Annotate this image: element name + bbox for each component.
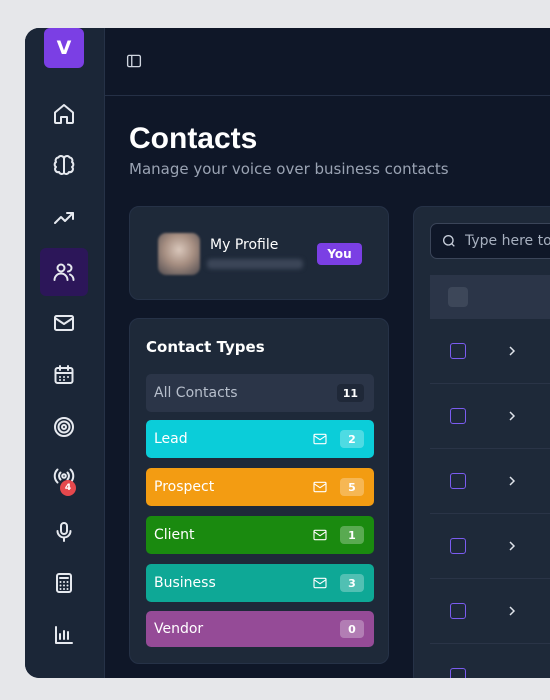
row-checkbox[interactable] bbox=[450, 343, 466, 359]
chevron-right-icon[interactable] bbox=[504, 538, 520, 554]
page-title: Contacts bbox=[129, 122, 258, 155]
sidebar-item-broadcast[interactable]: 4 bbox=[40, 452, 88, 500]
trending-up-icon bbox=[54, 212, 74, 224]
app-logo[interactable]: V bbox=[44, 28, 84, 68]
contacts-list-card bbox=[413, 206, 550, 678]
contact-type-label: Business bbox=[154, 575, 216, 591]
contact-type-lead[interactable]: Lead 2 bbox=[146, 420, 374, 458]
sidebar-item-calculator[interactable] bbox=[40, 559, 88, 607]
sidebar-item-calendar[interactable] bbox=[40, 351, 88, 399]
contact-type-label: Vendor bbox=[154, 621, 204, 637]
table-row[interactable] bbox=[430, 384, 550, 449]
calendar-icon bbox=[54, 365, 74, 384]
row-checkbox[interactable] bbox=[450, 473, 466, 489]
contact-type-label: Client bbox=[154, 527, 195, 543]
target-icon bbox=[54, 417, 74, 437]
select-all-checkbox[interactable] bbox=[448, 287, 468, 307]
app-window: V 4 Contacts Manage your voice over busi… bbox=[25, 28, 550, 678]
row-checkbox[interactable] bbox=[450, 408, 466, 424]
contact-types-card: Contact Types All Contacts 11 Lead 2 Pro… bbox=[129, 318, 389, 664]
chevron-right-icon[interactable] bbox=[504, 343, 520, 359]
row-checkbox[interactable] bbox=[450, 668, 466, 678]
panel-left-icon bbox=[126, 54, 142, 68]
calculator-icon bbox=[56, 573, 72, 593]
topbar bbox=[105, 28, 550, 96]
sidebar-item-reports[interactable] bbox=[40, 611, 88, 659]
bar-chart-icon bbox=[55, 626, 73, 644]
contact-type-label: Prospect bbox=[154, 479, 215, 495]
table-row[interactable] bbox=[430, 319, 550, 384]
mail-icon bbox=[54, 315, 74, 331]
chevron-right-icon[interactable] bbox=[504, 603, 520, 619]
contact-type-count: 3 bbox=[340, 574, 364, 592]
contact-type-count: 5 bbox=[340, 478, 364, 496]
page-subtitle: Manage your voice over business contacts bbox=[129, 160, 449, 178]
contact-type-vendor[interactable]: Vendor 0 bbox=[146, 611, 374, 647]
contact-type-prospect[interactable]: Prospect 5 bbox=[146, 468, 374, 506]
sidebar-item-brain[interactable] bbox=[40, 142, 88, 190]
main-content: Contacts Manage your voice over business… bbox=[105, 28, 550, 678]
profile-email-redacted bbox=[207, 259, 303, 269]
contact-type-business[interactable]: Business 3 bbox=[146, 564, 374, 602]
contact-type-count: 0 bbox=[340, 620, 364, 638]
you-badge: You bbox=[317, 243, 362, 265]
sidebar: V 4 bbox=[25, 28, 105, 678]
contact-type-all[interactable]: All Contacts 11 bbox=[146, 374, 374, 412]
users-icon bbox=[53, 263, 75, 281]
home-icon bbox=[54, 104, 74, 124]
table-row[interactable] bbox=[430, 449, 550, 514]
notification-badge: 4 bbox=[60, 480, 76, 496]
sidebar-item-voice[interactable] bbox=[40, 508, 88, 556]
search-icon bbox=[443, 235, 455, 247]
mail-icon[interactable] bbox=[312, 431, 328, 447]
microphone-icon bbox=[56, 522, 72, 542]
row-checkbox[interactable] bbox=[450, 603, 466, 619]
contact-type-label: Lead bbox=[154, 431, 188, 447]
table-row[interactable] bbox=[430, 579, 550, 644]
sidebar-item-home[interactable] bbox=[40, 90, 88, 138]
contact-type-count: 1 bbox=[340, 526, 364, 544]
row-checkbox[interactable] bbox=[450, 538, 466, 554]
sidebar-toggle-button[interactable] bbox=[125, 52, 145, 72]
chevron-right-icon[interactable] bbox=[504, 408, 520, 424]
contact-type-count: 11 bbox=[336, 384, 364, 402]
contact-type-count: 2 bbox=[340, 430, 364, 448]
avatar bbox=[158, 233, 200, 275]
profile-name: My Profile bbox=[210, 237, 279, 253]
sidebar-item-analytics[interactable] bbox=[40, 194, 88, 242]
search-box[interactable] bbox=[430, 223, 550, 259]
brain-icon bbox=[53, 155, 75, 175]
sidebar-item-contacts[interactable] bbox=[40, 248, 88, 296]
mail-icon[interactable] bbox=[312, 479, 328, 495]
table-row[interactable] bbox=[430, 644, 550, 678]
mail-icon[interactable] bbox=[312, 575, 328, 591]
contact-types-title: Contact Types bbox=[146, 338, 265, 356]
chevron-right-icon[interactable] bbox=[504, 473, 520, 489]
sidebar-item-mail[interactable] bbox=[40, 299, 88, 347]
sidebar-item-goals[interactable] bbox=[40, 403, 88, 451]
contact-type-label: All Contacts bbox=[154, 385, 238, 401]
table-row[interactable] bbox=[430, 514, 550, 579]
my-profile-card[interactable]: My Profile You bbox=[129, 206, 389, 300]
contact-type-client[interactable]: Client 1 bbox=[146, 516, 374, 554]
table-header bbox=[430, 275, 550, 319]
mail-icon[interactable] bbox=[312, 527, 328, 543]
search-input[interactable] bbox=[465, 233, 550, 249]
